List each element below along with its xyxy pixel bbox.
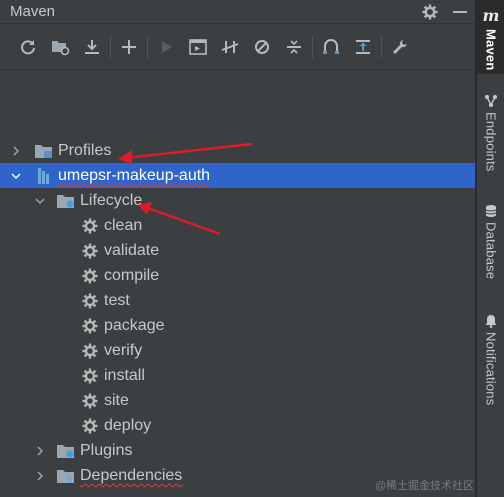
annotation-arrows — [118, 142, 253, 236]
side-tab-endpoints[interactable]: Endpoints — [477, 94, 504, 194]
database-icon — [485, 204, 497, 218]
watermark: @稀土掘金技术社区 — [374, 480, 474, 492]
bell-icon — [484, 314, 498, 328]
annotation-arrowhead-clean — [118, 150, 132, 164]
side-tab-notifications[interactable]: Notifications — [477, 314, 504, 424]
maven-m-icon: m — [482, 6, 500, 25]
maven-tool-window: Maven Profiles umepsr-makeup-auth Lifecy… — [0, 0, 476, 497]
annotation-arrow-compile — [144, 205, 221, 236]
side-tab-maven[interactable]: m Maven — [477, 0, 504, 74]
side-tab-label: Notifications — [483, 332, 499, 406]
side-tab-database[interactable]: Database — [477, 204, 504, 304]
side-tab-label: Maven — [483, 29, 499, 71]
side-tab-label: Database — [483, 222, 499, 280]
side-tab-label: Endpoints — [483, 112, 499, 172]
endpoints-icon — [484, 94, 498, 108]
tool-window-strip: m Maven Endpoints Database Notifications — [476, 0, 504, 497]
annotation-arrow-clean — [124, 142, 253, 160]
